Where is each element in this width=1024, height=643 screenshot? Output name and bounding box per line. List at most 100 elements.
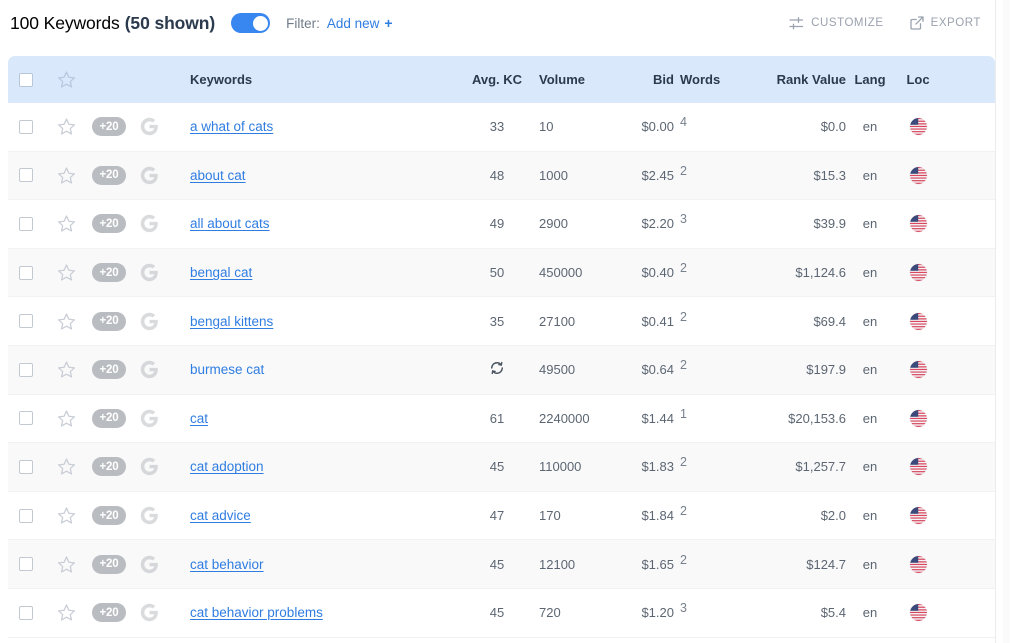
keyword-link[interactable]: burmese cat xyxy=(190,362,264,377)
row-checkbox[interactable] xyxy=(19,119,33,134)
google-icon[interactable] xyxy=(140,457,159,476)
table-row[interactable]: +20 about cat 48 1000 $2.45 2 $15.3 en xyxy=(8,151,995,201)
filter-toggle-knob xyxy=(252,15,268,31)
keyword-link[interactable]: a what of cats xyxy=(190,119,273,134)
star-icon[interactable] xyxy=(57,312,76,331)
star-icon[interactable] xyxy=(57,506,76,525)
cell-rank-value: $39.9 xyxy=(813,216,846,232)
us-flag-icon xyxy=(909,118,927,136)
star-icon[interactable] xyxy=(57,214,76,233)
star-icon[interactable] xyxy=(57,457,76,476)
cell-loc xyxy=(894,264,942,282)
row-checkbox[interactable] xyxy=(19,459,33,474)
table-row[interactable]: +20 cat behavior 45 12100 $1.65 2 $124.7 en xyxy=(8,540,995,589)
table-row[interactable]: +20 burmese cat 49500 $0.64 2 $197.9 en xyxy=(8,345,995,395)
column-header-volume[interactable]: Volume xyxy=(536,72,614,87)
keyword-link[interactable]: cat adoption xyxy=(190,459,264,474)
column-header-words[interactable]: Words xyxy=(674,72,750,87)
keyword-link[interactable]: all about cats xyxy=(190,216,270,231)
google-icon[interactable] xyxy=(140,117,159,136)
table-row[interactable]: +20 a what of cats 33 10 $0.00 4 $0.0 en xyxy=(8,103,995,152)
keyword-count-badge[interactable]: +20 xyxy=(92,554,126,574)
export-button[interactable]: EXPORT xyxy=(909,16,981,30)
cell-loc xyxy=(894,312,942,330)
star-icon[interactable] xyxy=(57,166,76,185)
google-icon[interactable] xyxy=(140,506,159,525)
keyword-count-badge[interactable]: +20 xyxy=(92,408,126,428)
google-icon[interactable] xyxy=(140,312,159,331)
table-row[interactable]: +20 bengal cat 50 450000 $0.40 2 $1,124.6 en xyxy=(8,248,995,298)
row-checkbox[interactable] xyxy=(19,362,33,377)
star-icon[interactable] xyxy=(57,117,76,136)
cell-avg-kc: 45 xyxy=(489,556,505,572)
cell-lang: en xyxy=(862,605,878,621)
keyword-link[interactable]: bengal cat xyxy=(190,265,252,280)
cell-words: 2 xyxy=(680,552,687,567)
keyword-count-badge[interactable]: +20 xyxy=(92,603,126,623)
table-row[interactable]: +20 cat advice 47 170 $1.84 2 $2.0 en xyxy=(8,491,995,541)
table-row[interactable]: +20 cat behavior problems 45 720 $1.20 3 $5.4 e… xyxy=(8,588,995,638)
keyword-count-badge[interactable]: +20 xyxy=(92,506,126,526)
column-header-rank-value[interactable]: Rank Value xyxy=(750,72,846,87)
column-header-avg-kc[interactable]: Avg. KC xyxy=(458,72,536,87)
add-new-filter-button[interactable]: Add new + xyxy=(327,16,393,31)
column-header-keywords[interactable]: Keywords xyxy=(168,72,458,87)
keyword-count-badge[interactable]: +20 xyxy=(92,214,126,234)
star-icon[interactable] xyxy=(57,409,76,428)
google-icon[interactable] xyxy=(140,214,159,233)
cell-avg-kc-wrap xyxy=(458,361,536,378)
star-icon[interactable] xyxy=(57,360,76,379)
select-all-checkbox[interactable] xyxy=(19,72,33,87)
customize-button[interactable]: CUSTOMIZE xyxy=(789,16,883,30)
keyword-count-badge[interactable]: +20 xyxy=(92,311,126,331)
column-header-bid[interactable]: Bid xyxy=(614,72,674,87)
keyword-count-badge[interactable]: +20 xyxy=(92,263,126,283)
cell-volume: 170 xyxy=(539,508,561,524)
google-icon[interactable] xyxy=(140,555,159,574)
keyword-link[interactable]: cat advice xyxy=(190,508,251,523)
keyword-count-badge[interactable]: +20 xyxy=(92,457,126,477)
cell-avg-kc: 61 xyxy=(489,410,505,426)
keyword-count-badge[interactable]: +20 xyxy=(92,360,126,380)
cell-rank-value: $2.0 xyxy=(820,508,846,524)
keyword-link[interactable]: cat behavior xyxy=(190,557,264,572)
table-row[interactable]: +20 cat 61 2240000 $1.44 1 $20,153.6 en xyxy=(8,394,995,444)
google-icon[interactable] xyxy=(140,603,159,622)
vertical-scrollbar[interactable] xyxy=(1003,0,1010,643)
row-checkbox[interactable] xyxy=(19,557,33,572)
star-icon[interactable] xyxy=(57,555,76,574)
column-header-lang[interactable]: Lang xyxy=(846,72,894,87)
keyword-count-badge[interactable]: +20 xyxy=(92,165,126,185)
row-checkbox[interactable] xyxy=(19,508,33,523)
cell-avg-kc-wrap: 48 xyxy=(458,168,536,183)
cell-avg-kc-wrap: 50 xyxy=(458,265,536,280)
row-checkbox[interactable] xyxy=(19,605,33,620)
cell-keyword: cat behavior xyxy=(168,557,458,572)
column-header-loc[interactable]: Loc xyxy=(894,72,942,87)
filter-toggle[interactable] xyxy=(231,13,271,33)
row-checkbox[interactable] xyxy=(19,216,33,231)
star-icon[interactable] xyxy=(57,70,76,89)
google-icon[interactable] xyxy=(140,360,159,379)
google-icon[interactable] xyxy=(140,166,159,185)
keyword-link[interactable]: cat xyxy=(190,411,208,426)
star-icon[interactable] xyxy=(57,263,76,282)
table-row[interactable]: +20 all about cats 49 2900 $2.20 3 $39.9 en xyxy=(8,200,995,249)
keyword-link[interactable]: bengal kittens xyxy=(190,314,273,329)
row-select-cell xyxy=(8,314,44,329)
keyword-link[interactable]: cat behavior problems xyxy=(190,605,323,620)
us-flag-icon xyxy=(909,507,927,525)
cell-avg-kc-wrap: 47 xyxy=(458,508,536,523)
table-row[interactable]: +20 bengal kittens 35 27100 $0.41 2 $69.4 en xyxy=(8,297,995,346)
google-icon[interactable] xyxy=(140,409,159,428)
table-row[interactable]: +20 cat adoption 45 110000 $1.83 2 $1,257.7 en xyxy=(8,443,995,492)
star-icon[interactable] xyxy=(57,603,76,622)
row-checkbox[interactable] xyxy=(19,314,33,329)
row-select-cell xyxy=(8,362,44,377)
keyword-link[interactable]: about cat xyxy=(190,168,246,183)
keyword-count-badge[interactable]: +20 xyxy=(92,117,126,137)
row-checkbox[interactable] xyxy=(19,411,33,426)
row-checkbox[interactable] xyxy=(19,168,33,183)
row-checkbox[interactable] xyxy=(19,265,33,280)
google-icon[interactable] xyxy=(140,263,159,282)
